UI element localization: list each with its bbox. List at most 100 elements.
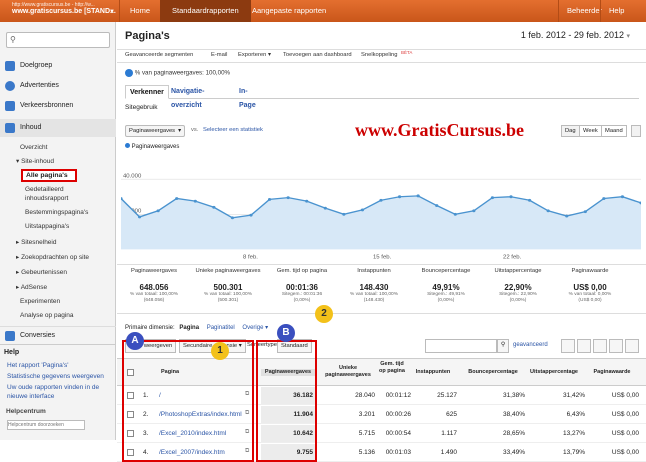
account-selector[interactable]: http://www.gratiscursus.be - http://w...… (0, 0, 120, 22)
data-point[interactable] (193, 199, 197, 203)
data-point[interactable] (267, 197, 272, 201)
tab-verkenner[interactable]: Verkenner (125, 85, 169, 99)
dimension-paginatitel[interactable]: Paginatitel (207, 325, 235, 331)
help-search-input[interactable] (7, 420, 85, 430)
data-point[interactable] (565, 214, 569, 218)
sidebar-sub-inhoudsrapport[interactable]: inhoudsrapport (0, 194, 116, 203)
metric-card[interactable]: Instappunten 148.430% van totaal: 100,00%… (341, 268, 407, 304)
metric-select[interactable]: Paginaweergaves ▾ (125, 125, 185, 137)
nav-help[interactable]: Help (600, 0, 632, 22)
data-point[interactable] (175, 197, 179, 200)
col-unieke[interactable]: Unieke paginaweergaves (323, 365, 373, 378)
sidebar-sub-bestemmingspaginas[interactable]: Bestemmingspagina's (0, 208, 116, 217)
help-link-old-reports[interactable]: Uw oude rapporten vinden in de (7, 384, 99, 391)
advanced-filter-link[interactable]: geavanceerd (513, 342, 548, 348)
metric-card[interactable]: Bouncepercentage 49,91% Sitegem.: 49,91% (0… (413, 268, 479, 304)
sidebar-sub-sitesnelheid[interactable]: ▸ Sitesnelheid (0, 238, 116, 247)
tab-in-page[interactable]: In-Page (235, 85, 260, 109)
compare-view-icon[interactable] (609, 339, 623, 353)
help-link-new-interface[interactable]: nieuwe interface (7, 393, 54, 400)
col-uitstap[interactable]: Uitstappercentage (527, 369, 581, 376)
segment-week[interactable]: Week (579, 125, 602, 137)
metric-card[interactable]: Paginaweergaves 648.056% van totaal: 100,… (121, 268, 187, 304)
metric-card[interactable]: Unieke paginaweergaves 500.301% van totaa… (195, 268, 261, 304)
sidebar-item-doelgroep[interactable]: Doelgroep (0, 57, 116, 75)
data-point[interactable] (583, 210, 587, 214)
data-point[interactable] (509, 195, 513, 199)
dimension-other[interactable]: Overige ▾ (242, 325, 268, 331)
segment-month[interactable]: Maand (601, 125, 627, 137)
export-button[interactable]: Exporteren ▾ (238, 52, 271, 58)
sidebar-sub-alle-paginas[interactable]: Alle pagina's (21, 169, 77, 182)
metric-card[interactable]: Paginawaarde US$ 0,00% van totaal: 0,00%(… (557, 268, 623, 304)
sidebar-item-inhoud[interactable]: Inhoud (0, 119, 116, 137)
sidebar-sub-gebeurtenissen[interactable]: ▸ Gebeurtenissen (0, 268, 116, 277)
data-point[interactable] (305, 199, 309, 203)
date-range-picker[interactable]: 1 feb. 2012 - 29 feb. 2012 ▾ (521, 30, 630, 40)
data-point[interactable] (342, 212, 346, 216)
data-point[interactable] (602, 197, 606, 200)
data-point[interactable] (490, 196, 495, 200)
data-point[interactable] (620, 195, 625, 199)
data-point[interactable] (472, 209, 476, 213)
metric-card[interactable]: Uitstappercentage 22,90% Sitegem.: 22,90%(… (485, 268, 551, 304)
table-search-input[interactable] (425, 339, 497, 353)
metric-value: 22,90% (504, 283, 532, 292)
data-point[interactable] (249, 213, 253, 217)
sidebar-item-advertenties[interactable]: Advertenties (0, 77, 116, 95)
tab-navigatie[interactable]: Navigatie-overzicht (167, 85, 208, 109)
help-link-report[interactable]: Het rapport 'Pagina's' (7, 362, 69, 369)
compare-metric-link[interactable]: Selecteer een statistiek (203, 127, 263, 133)
metric-card[interactable]: Gem. tijd op pagina 00:01:36 Sitegem.: 00:… (269, 268, 335, 304)
nav-home[interactable]: Home (122, 0, 158, 22)
sidebar-sub-site-inhoud[interactable]: ▾ Site-inhoud (0, 157, 116, 166)
pivot-view-icon[interactable] (625, 339, 639, 353)
sidebar-sub-adsense[interactable]: ▸ AdSense (0, 283, 116, 292)
sidebar-item-verkeersbronnen[interactable]: Verkeersbronnen (0, 97, 116, 115)
add-to-dashboard-button[interactable]: Toevoegen aan dashboard (283, 52, 352, 58)
data-point[interactable] (379, 198, 383, 202)
sidebar-sub-overzicht[interactable]: Overzicht (0, 143, 116, 152)
chart-type-icon[interactable] (631, 125, 641, 137)
data-point[interactable] (286, 196, 290, 200)
data-point[interactable] (156, 209, 160, 213)
tab-sitegebruik[interactable]: Sitegebruik (125, 104, 158, 111)
pie-view-icon[interactable] (577, 339, 591, 353)
data-point[interactable] (416, 194, 420, 198)
search-icon[interactable]: ⚲ (497, 339, 509, 353)
sidebar-sub-zoekopdrachten[interactable]: ▸ Zoekopdrachten op site (0, 253, 116, 262)
col-bounce[interactable]: Bouncepercentage (463, 369, 523, 376)
sidebar-item-conversies[interactable]: Conversies (0, 326, 116, 344)
data-point[interactable] (137, 215, 142, 219)
col-instappunten[interactable]: Instappunten (413, 369, 453, 376)
data-point[interactable] (230, 216, 235, 220)
sidebar-sub-experimenten[interactable]: Experimenten (0, 297, 116, 306)
sidebar-search-input[interactable]: ⚲ (6, 32, 110, 48)
data-point[interactable] (323, 206, 327, 210)
nav-custom-reports[interactable]: Aangepaste rapporten (244, 0, 334, 22)
help-link-stats[interactable]: Statistische gegevens weergeven (7, 373, 104, 380)
data-point[interactable] (435, 204, 439, 207)
performance-view-icon[interactable] (593, 339, 607, 353)
sidebar-sub-uitstappaginas[interactable]: Uitstappagina's (0, 222, 116, 231)
advanced-segments-button[interactable]: Geavanceerde segmenten (125, 52, 193, 58)
metric-label: Unieke paginaweergaves (195, 268, 261, 274)
shortcut-button[interactable]: Snelkoppeling (361, 52, 397, 58)
data-point[interactable] (453, 212, 457, 216)
nav-standard-reports[interactable]: Standaardrapporten (160, 0, 251, 22)
grid-view-icon[interactable] (561, 339, 575, 353)
sidebar-sub-analyse[interactable]: Analyse op pagina (0, 311, 116, 320)
segment-day[interactable]: Dag (561, 125, 580, 137)
data-point[interactable] (397, 195, 402, 199)
dimension-pagina[interactable]: Pagina (179, 325, 199, 331)
data-point[interactable] (546, 209, 550, 213)
sidebar-sub-gedetailleerd[interactable]: Gedetailleerd (0, 185, 116, 194)
chevron-down-icon: ▾ (626, 33, 630, 40)
data-point[interactable] (527, 198, 532, 202)
data-point[interactable] (212, 205, 216, 209)
col-gem-tijd[interactable]: Gem. tijd op pagina (377, 361, 407, 374)
row-value: US$ 0,00 (611, 392, 639, 399)
email-button[interactable]: E-mail (211, 52, 227, 58)
col-paginawaarde[interactable]: Paginawaarde (587, 369, 637, 376)
data-point[interactable] (360, 208, 365, 212)
